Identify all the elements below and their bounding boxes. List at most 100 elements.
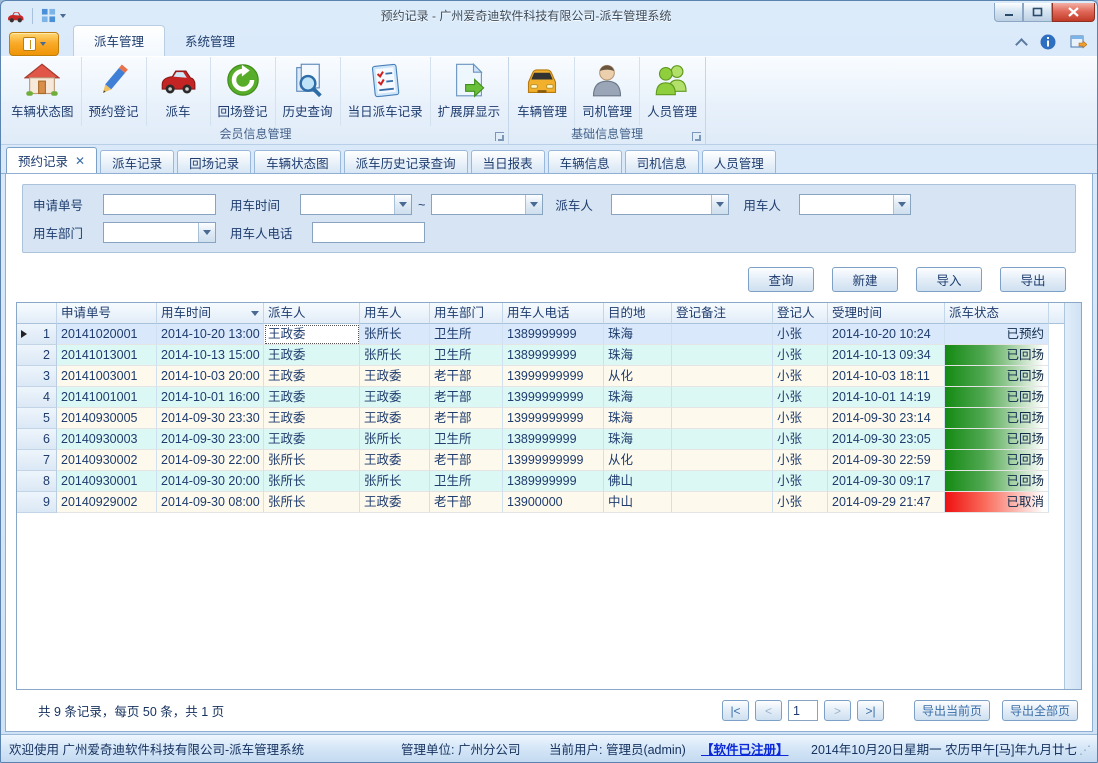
grid-cell[interactable]: 13999999999 (503, 408, 604, 429)
dispatch-status-cell[interactable]: 已回场 (945, 450, 1049, 471)
grid-cell[interactable] (672, 492, 773, 513)
grid-cell[interactable]: 张所长 (360, 471, 430, 492)
prev-page-button[interactable]: < (755, 700, 782, 721)
table-row[interactable]: 1201410200012014-10-20 13:00王政委张所长卫生所138… (17, 324, 1064, 345)
dispatch-status-cell[interactable]: 已预约 (945, 324, 1049, 345)
dispatch-status-cell[interactable]: 已回场 (945, 345, 1049, 366)
grid-cell[interactable]: 2014-10-01 16:00 (157, 387, 264, 408)
row-selector[interactable]: 4 (17, 387, 57, 408)
grid-cell[interactable]: 小张 (773, 471, 828, 492)
export-current-page-button[interactable]: 导出当前页 (914, 700, 990, 721)
grid-cell[interactable]: 20140930003 (57, 429, 157, 450)
row-selector[interactable]: 8 (17, 471, 57, 492)
use-time-from-combo[interactable] (300, 194, 412, 215)
grid-cell[interactable]: 从化 (604, 366, 672, 387)
grid-cell[interactable]: 中山 (604, 492, 672, 513)
ribbon-tab-system[interactable]: 系统管理 (165, 26, 255, 56)
grid-cell[interactable] (672, 345, 773, 366)
first-page-button[interactable]: |< (722, 700, 749, 721)
user-phone-input[interactable] (312, 222, 425, 243)
dispatch-status-cell[interactable]: 已回场 (945, 471, 1049, 492)
next-page-button[interactable]: > (824, 700, 851, 721)
row-selector[interactable]: 9 (17, 492, 57, 513)
grid-cell[interactable]: 2014-09-30 20:00 (157, 471, 264, 492)
collapse-ribbon-icon[interactable] (1015, 38, 1028, 51)
sort-filter-icon[interactable] (251, 311, 259, 316)
ribbon-tab-dispatch[interactable]: 派车管理 (73, 25, 165, 56)
grid-cell[interactable]: 卫生所 (430, 429, 503, 450)
grid-cell[interactable]: 老干部 (430, 450, 503, 471)
row-selector[interactable]: 3 (17, 366, 57, 387)
grid-cell[interactable]: 张所长 (264, 492, 360, 513)
grid-cell[interactable]: 2014-10-03 20:00 (157, 366, 264, 387)
minimize-button[interactable] (994, 3, 1023, 22)
export-button[interactable]: 导出 (1000, 267, 1066, 292)
grid-cell[interactable]: 王政委 (264, 387, 360, 408)
grid-cell[interactable]: 卫生所 (430, 471, 503, 492)
grid-cell[interactable]: 王政委 (264, 408, 360, 429)
grid-cell[interactable]: 小张 (773, 366, 828, 387)
grid-cell[interactable]: 珠海 (604, 387, 672, 408)
grid-cell[interactable] (672, 450, 773, 471)
grid-cell[interactable]: 13900000 (503, 492, 604, 513)
close-button[interactable] (1052, 3, 1095, 22)
column-header-department[interactable]: 用车部门 (430, 303, 503, 324)
grid-cell[interactable]: 小张 (773, 324, 828, 345)
grid-cell[interactable]: 老干部 (430, 387, 503, 408)
application-menu-button[interactable] (9, 32, 59, 56)
grid-cell[interactable]: 张所长 (360, 429, 430, 450)
grid-cell[interactable]: 从化 (604, 450, 672, 471)
table-row[interactable]: 3201410030012014-10-03 20:00王政委王政委老干部139… (17, 366, 1064, 387)
query-button[interactable]: 查询 (748, 267, 814, 292)
document-tab[interactable]: 派车历史记录查询 (344, 150, 468, 173)
grid-cell[interactable]: 20140930001 (57, 471, 157, 492)
column-header-user-phone[interactable]: 用车人电话 (503, 303, 604, 324)
vehicle-manage-button[interactable]: 车辆管理 (510, 57, 574, 126)
dispatch-status-cell[interactable]: 已回场 (945, 387, 1049, 408)
column-header-dispatcher[interactable]: 派车人 (264, 303, 360, 324)
grid-cell[interactable]: 2014-10-20 10:24 (828, 324, 945, 345)
document-tab[interactable]: 人员管理 (702, 150, 776, 173)
document-tab[interactable]: 派车记录 (100, 150, 174, 173)
restore-button[interactable] (1023, 3, 1052, 22)
grid-cell[interactable]: 张所长 (360, 324, 430, 345)
grid-cell[interactable] (672, 366, 773, 387)
column-header-register-note[interactable]: 登记备注 (672, 303, 773, 324)
grid-cell[interactable]: 小张 (773, 387, 828, 408)
grid-cell[interactable]: 王政委 (264, 345, 360, 366)
dispatch-status-cell[interactable]: 已回场 (945, 429, 1049, 450)
dispatch-button[interactable]: 派车 (146, 57, 210, 126)
grid-cell[interactable]: 王政委 (360, 408, 430, 429)
export-all-pages-button[interactable]: 导出全部页 (1002, 700, 1078, 721)
grid-cell[interactable]: 2014-09-30 23:05 (828, 429, 945, 450)
info-icon[interactable] (1040, 34, 1056, 50)
grid-cell[interactable]: 王政委 (264, 324, 360, 345)
grid-cell[interactable]: 王政委 (360, 450, 430, 471)
return-register-button[interactable]: 回场登记 (210, 57, 275, 126)
combo-dropdown-button[interactable] (893, 195, 910, 214)
grid-cell[interactable]: 20140929002 (57, 492, 157, 513)
grid-cell[interactable]: 老干部 (430, 492, 503, 513)
grid-cell[interactable] (672, 408, 773, 429)
column-header-registrar[interactable]: 登记人 (773, 303, 828, 324)
today-dispatch-records-button[interactable]: 当日派车记录 (340, 57, 430, 126)
table-row[interactable]: 9201409290022014-09-30 08:00张所长王政委老干部139… (17, 492, 1064, 513)
row-selector[interactable]: 6 (17, 429, 57, 450)
grid-cell[interactable]: 20141001001 (57, 387, 157, 408)
grid-cell[interactable]: 2014-09-29 21:47 (828, 492, 945, 513)
group-dialog-launcher-icon[interactable] (495, 132, 504, 141)
grid-cell[interactable]: 20141020001 (57, 324, 157, 345)
grid-cell[interactable]: 卫生所 (430, 324, 503, 345)
grid-cell[interactable]: 王政委 (264, 429, 360, 450)
table-row[interactable]: 5201409300052014-09-30 23:30王政委王政委老干部139… (17, 408, 1064, 429)
combo-dropdown-button[interactable] (394, 195, 411, 214)
table-row[interactable]: 7201409300022014-09-30 22:00张所长王政委老干部139… (17, 450, 1064, 471)
grid-cell[interactable]: 2014-09-30 23:14 (828, 408, 945, 429)
grid-cell[interactable]: 珠海 (604, 345, 672, 366)
grid-cell[interactable] (672, 471, 773, 492)
grid-cell[interactable]: 2014-10-01 14:19 (828, 387, 945, 408)
grid-cell[interactable]: 王政委 (360, 492, 430, 513)
combo-dropdown-button[interactable] (198, 223, 215, 242)
document-tab[interactable]: 回场记录 (177, 150, 251, 173)
reservation-register-button[interactable]: 预约登记 (81, 57, 146, 126)
